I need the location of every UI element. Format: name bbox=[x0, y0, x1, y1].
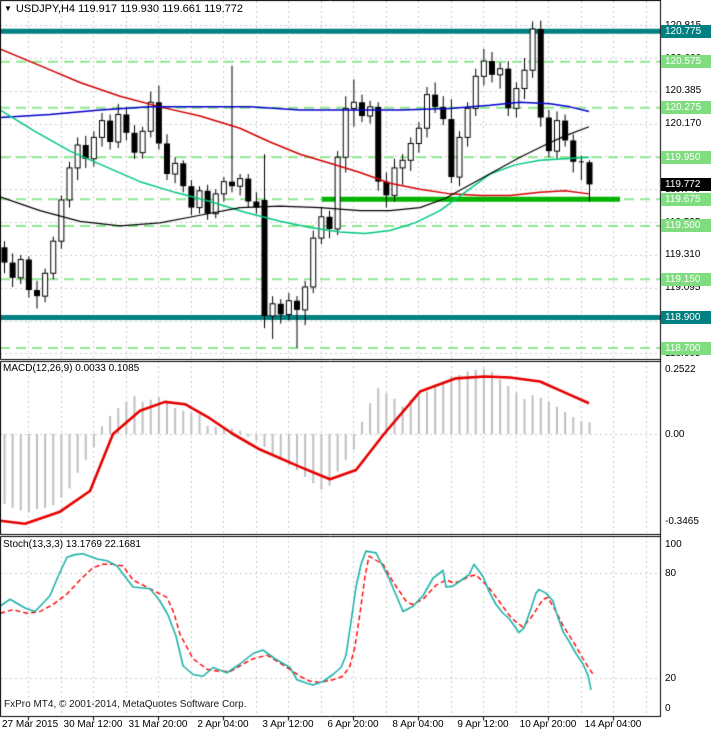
mt4-chart-window: ▼ USDJPY,H4 119.917 119.930 119.661 119.7… bbox=[0, 0, 711, 732]
chart-canvas[interactable] bbox=[0, 0, 711, 732]
